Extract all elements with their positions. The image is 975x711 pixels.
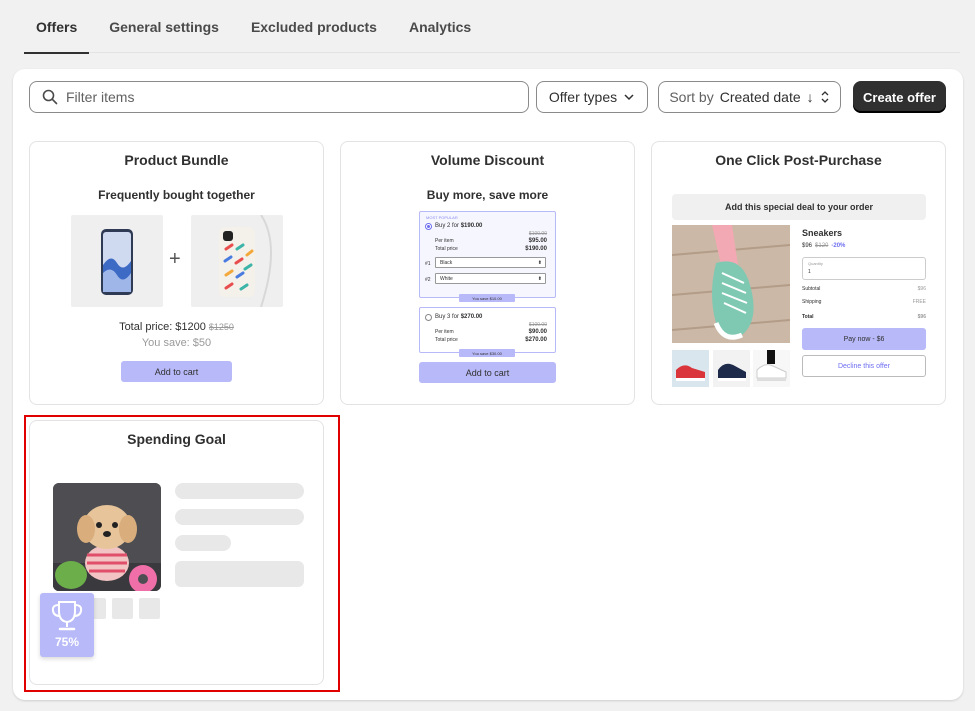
sort-value: Created date [719,89,801,105]
arrow-down-icon: ↓ [806,89,814,105]
tier-2-old-price: $100.00 [528,322,547,328]
placeholder-block [175,561,304,587]
create-offer-button[interactable]: Create offer [853,81,946,113]
total-line: Total $96 [802,314,926,320]
tab-excluded-products[interactable]: Excluded products [239,0,389,53]
add-to-cart-button: Add to cart [419,362,556,383]
pay-now-button: Pay now - $6 [802,328,926,350]
thumbnail-navy-sneakers [713,350,750,387]
spending-goal-card[interactable]: Spending Goal 75% [29,420,324,685]
plus-icon: + [169,248,181,270]
product-name: Sneakers [802,228,843,238]
progress-percent: 75% [54,635,80,649]
savings-text: You save: $50 [141,337,212,349]
sort-chevrons-icon [821,91,829,103]
card-title: Product Bundle [124,152,229,168]
total-price-label: Total price: $1200 [119,321,206,333]
card-title: One Click Post-Purchase [715,152,882,168]
tier-2-per-item: Per item $90.00 [435,329,547,335]
subtotal-line: Subtotal $96 [802,286,926,292]
tab-bar: Offers General settings Excluded product… [24,0,960,54]
sort-button[interactable]: Sort by Created date ↓ [658,81,841,113]
tier-1-title: Buy 2 for $190.00 [435,223,483,229]
shipping-line: Shipping FREE [802,299,926,305]
add-to-cart-button: Add to cart [121,361,232,382]
thumbnail-red-sneakers [672,350,709,387]
search-input[interactable] [66,89,506,105]
sort-prefix: Sort by [669,89,714,105]
tab-general-settings[interactable]: General settings [97,0,231,53]
tier-1-old-price: $100.00 [528,231,547,237]
quantity-label: Quantity [808,261,823,266]
phone-image [71,215,163,307]
option-1-select: Black ⬍ [435,257,546,268]
radio-unselected-icon [425,314,432,321]
total-price: Total price: $1200 $1250 [30,321,323,333]
tier-1-option: MOST POPULAR Buy 2 for $190.00 $100.00 P… [419,211,556,302]
phone-case-image [191,214,283,308]
offer-banner: Add this special deal to your order [672,194,926,220]
sneaker-image [672,225,790,343]
card-subtitle: Frequently bought together [98,188,255,202]
volume-discount-card[interactable]: Volume Discount Buy more, save more MOST… [340,141,635,405]
radio-selected-icon [425,223,432,230]
tier-2-option: Buy 3 for $270.00 $100.00 Per item $90.00… [419,307,556,357]
tier-2-savings-badge: You save $30.00 [459,349,515,357]
placeholder-bar [175,483,304,499]
placeholder-bar [175,535,231,551]
tab-analytics[interactable]: Analytics [397,0,483,53]
tier-1-per-item: Per item $95.00 [435,238,547,244]
tab-offers[interactable]: Offers [24,0,90,54]
option-1-label: #1 [425,261,431,267]
progress-badge: 75% [40,593,94,657]
select-arrows-icon: ⬍ [537,275,542,282]
placeholder-square [139,598,160,619]
option-2-label: #2 [425,277,431,283]
most-popular-tag: MOST POPULAR [426,215,458,220]
tier-2-total: Total price $270.00 [435,337,547,343]
offer-types-label: Offer types [548,89,618,105]
card-subtitle: Buy more, save more [426,188,549,202]
search-box[interactable] [29,81,529,113]
product-price: $96 $120 -20% [802,243,846,249]
placeholder-bar [175,509,304,525]
card-title: Spending Goal [127,431,226,447]
trophy-icon [51,601,83,631]
dog-image [53,483,161,591]
search-icon [42,89,58,105]
post-purchase-card[interactable]: One Click Post-Purchase Add this special… [651,141,946,405]
product-bundle-card[interactable]: Product Bundle Frequently bought togethe… [29,141,324,405]
card-title: Volume Discount [430,152,545,168]
quantity-field: Quantity 1 [802,257,926,280]
tier-1-savings-badge: You save $10.00 [459,294,515,302]
placeholder-square [112,598,133,619]
quantity-value: 1 [808,269,811,275]
decline-offer-button: Decline this offer [802,355,926,377]
tier-2-title: Buy 3 for $270.00 [435,314,483,320]
option-2-select: White ⬍ [435,273,546,284]
thumbnail-white-sneakers [753,350,790,387]
chevron-down-icon [624,94,634,101]
old-price: $1250 [208,322,234,332]
offers-panel: Offer types Sort by Created date ↓ Creat… [13,69,963,700]
tier-1-total: Total price $190.00 [435,246,547,252]
select-arrows-icon: ⬍ [537,259,542,266]
offer-types-button[interactable]: Offer types [536,81,648,113]
